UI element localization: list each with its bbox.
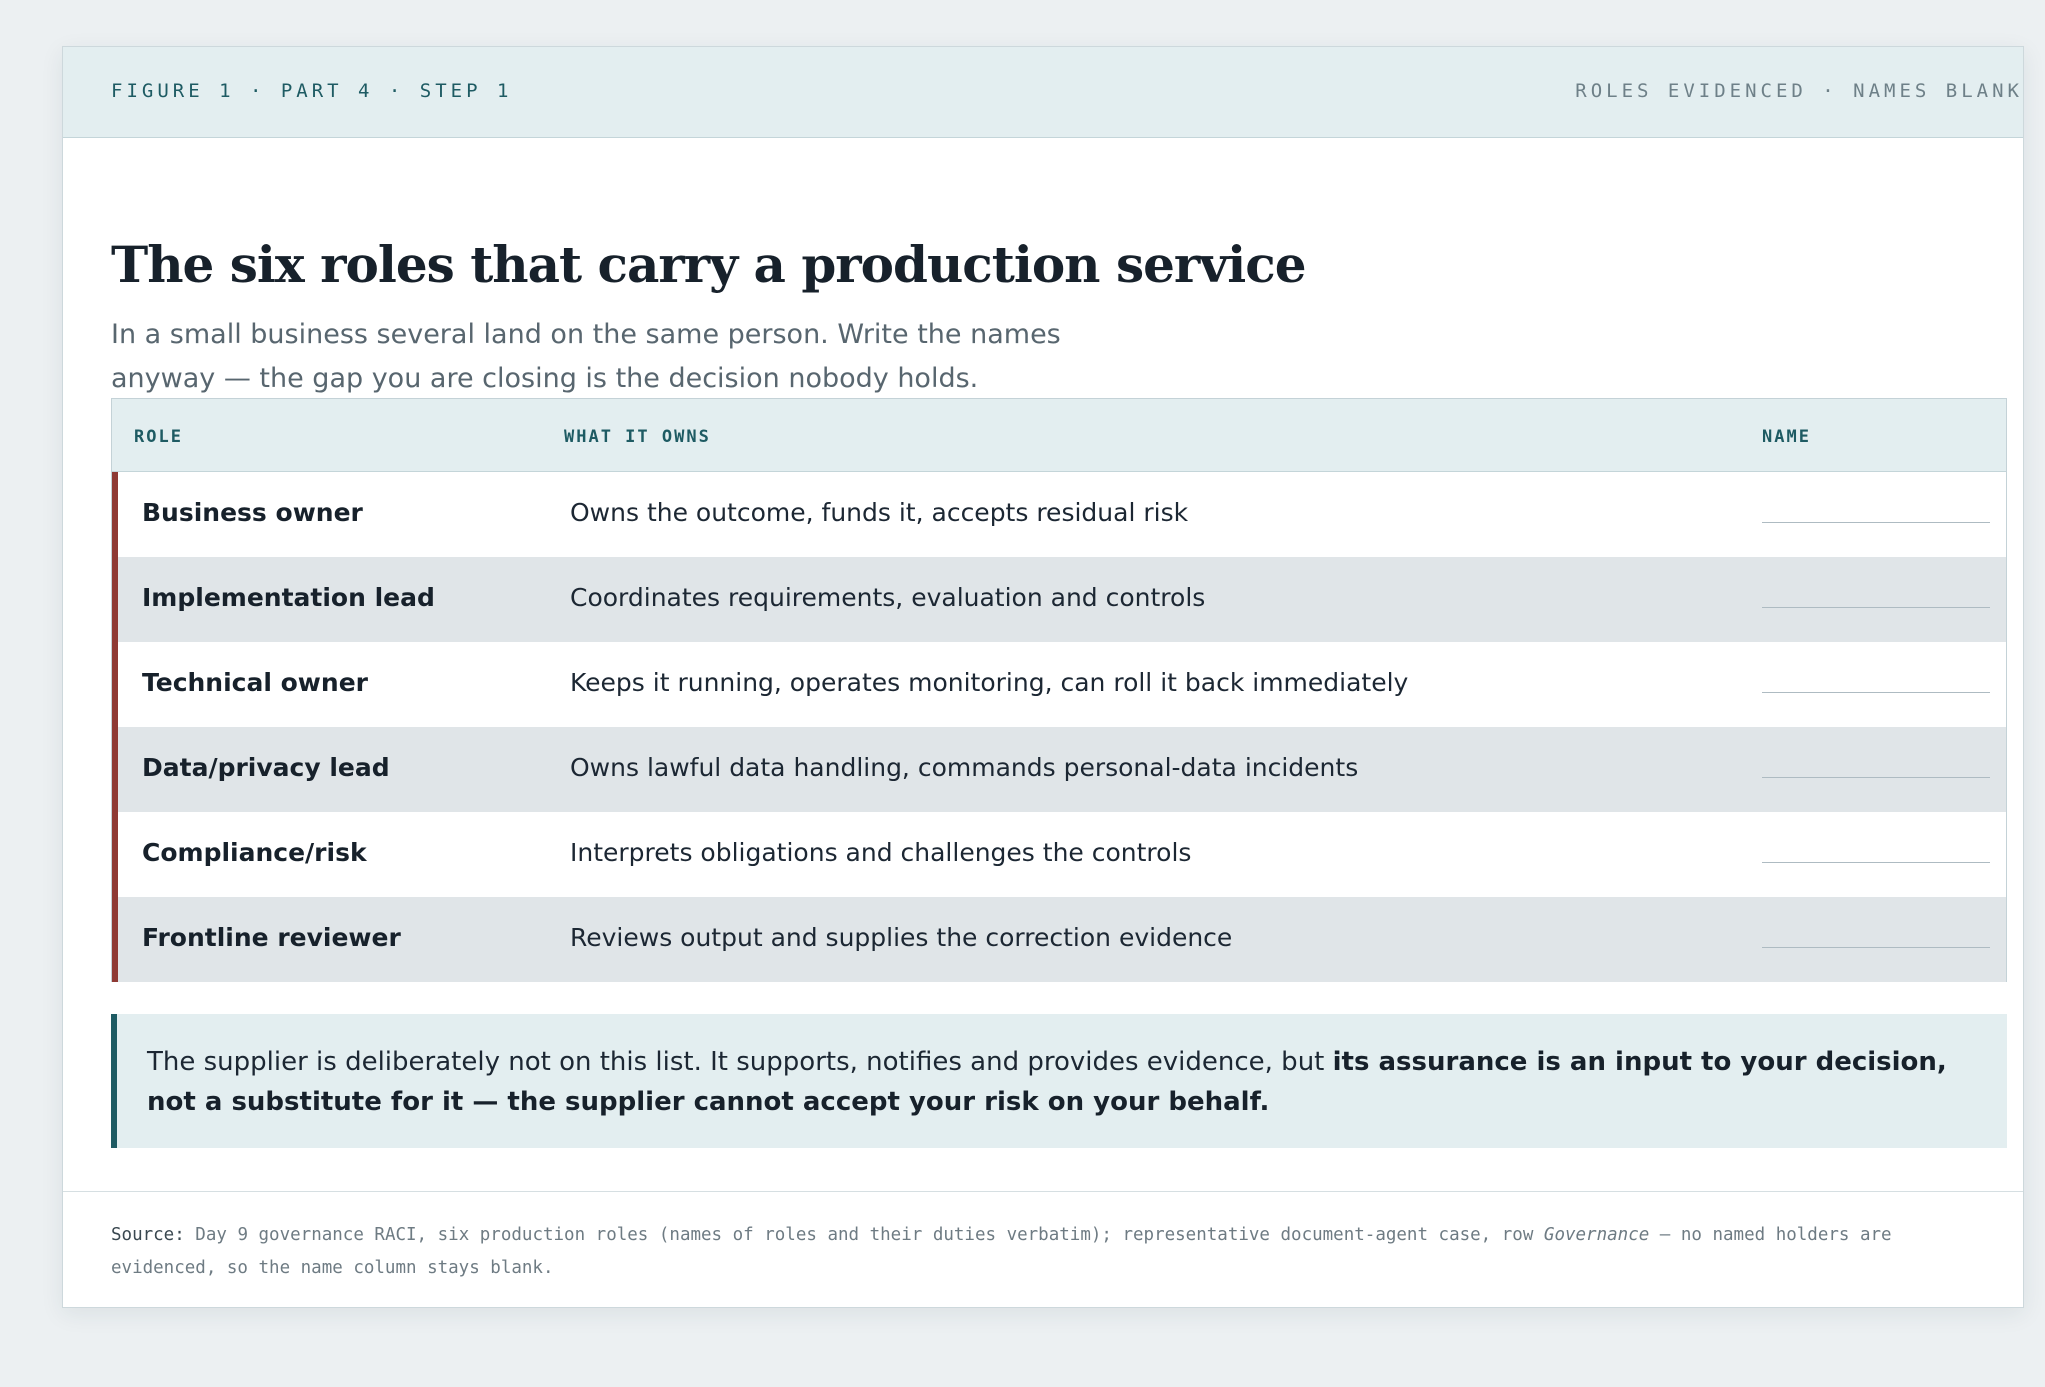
- owns-cell: Owns the outcome, funds it, accepts resi…: [570, 498, 1189, 527]
- column-header-role: ROLE: [134, 427, 183, 447]
- table-row: Data/privacy lead Owns lawful data handl…: [112, 727, 2006, 812]
- owns-cell: Interprets obligations and challenges th…: [570, 838, 1192, 867]
- role-cell: Frontline reviewer: [142, 923, 401, 952]
- owns-cell: Owns lawful data handling, commands pers…: [570, 753, 1359, 782]
- roles-table: ROLE WHAT IT OWNS NAME Business owner Ow…: [111, 398, 2007, 982]
- table-row: Frontline reviewer Reviews output and su…: [112, 897, 2006, 982]
- role-cell: Implementation lead: [142, 583, 435, 612]
- name-blank-field[interactable]: [1762, 947, 1990, 948]
- supplier-callout: The supplier is deliberately not on this…: [111, 1014, 2007, 1148]
- source-note: Source: Day 9 governance RACI, six produ…: [111, 1219, 1971, 1285]
- table-row: Business owner Owns the outcome, funds i…: [112, 472, 2006, 557]
- source-italic: Governance: [1543, 1225, 1650, 1245]
- name-blank-field[interactable]: [1762, 522, 1990, 523]
- callout-text: The supplier is deliberately not on this…: [147, 1047, 1333, 1077]
- figure-card: FIGURE 1 · PART 4 · STEP 1 ROLES EVIDENC…: [62, 46, 2024, 1308]
- column-header-owns: WHAT IT OWNS: [564, 427, 711, 447]
- table-row: Technical owner Keeps it running, operat…: [112, 642, 2006, 727]
- role-cell: Technical owner: [142, 668, 368, 697]
- status-label: ROLES EVIDENCED · NAMES BLANK: [1575, 80, 2023, 102]
- column-header-name: NAME: [1762, 427, 1811, 447]
- table-row: Implementation lead Coordinates requirem…: [112, 557, 2006, 642]
- table-header: ROLE WHAT IT OWNS NAME: [112, 399, 2006, 472]
- name-blank-field[interactable]: [1762, 777, 1990, 778]
- table-row: Compliance/risk Interprets obligations a…: [112, 812, 2006, 897]
- role-cell: Data/privacy lead: [142, 753, 390, 782]
- page-subtitle: In a small business several land on the …: [111, 319, 1061, 394]
- owns-cell: Coordinates requirements, evaluation and…: [570, 583, 1206, 612]
- owns-cell: Reviews output and supplies the correcti…: [570, 923, 1233, 952]
- owns-cell: Keeps it running, operates monitoring, c…: [570, 668, 1409, 697]
- name-blank-field[interactable]: [1762, 862, 1990, 863]
- role-cell: Compliance/risk: [142, 838, 367, 867]
- source-label: Source:: [111, 1225, 185, 1245]
- role-cell: Business owner: [142, 498, 363, 527]
- footer-divider: [63, 1191, 2023, 1192]
- name-blank-field[interactable]: [1762, 607, 1990, 608]
- name-blank-field[interactable]: [1762, 692, 1990, 693]
- figure-header-bar: FIGURE 1 · PART 4 · STEP 1 ROLES EVIDENC…: [63, 47, 2023, 138]
- page-title: The six roles that carry a production se…: [111, 235, 1307, 294]
- figure-label: FIGURE 1 · PART 4 · STEP 1: [111, 80, 513, 102]
- source-text-before: Day 9 governance RACI, six production ro…: [184, 1225, 1544, 1245]
